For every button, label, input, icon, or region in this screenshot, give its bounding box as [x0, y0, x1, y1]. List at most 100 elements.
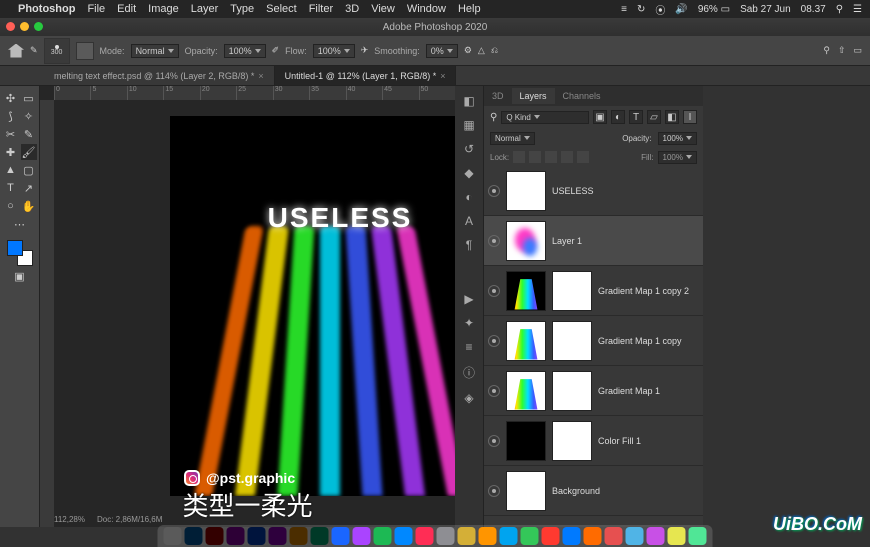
dock-app-icon[interactable]: [374, 527, 392, 545]
layer-mask-thumbnail[interactable]: [552, 321, 592, 361]
layer-thumbnail[interactable]: [506, 471, 546, 511]
dock-app-icon[interactable]: [185, 527, 203, 545]
lock-pixels-icon[interactable]: [529, 151, 541, 163]
menu-image[interactable]: Image: [148, 3, 179, 15]
dock-app-icon[interactable]: [269, 527, 287, 545]
eyedropper-tool[interactable]: ✎: [21, 126, 37, 142]
type-tool[interactable]: T: [3, 180, 19, 196]
status-time[interactable]: 08.37: [801, 4, 826, 15]
visibility-toggle-icon[interactable]: [488, 385, 500, 397]
panel-tab-3d[interactable]: 3D: [484, 88, 512, 104]
menu-3d[interactable]: 3D: [345, 3, 359, 15]
filter-smart-icon[interactable]: ◧: [665, 110, 679, 124]
layer-row[interactable]: USELESS: [484, 166, 703, 216]
dock-app-icon[interactable]: [290, 527, 308, 545]
opacity-dropdown[interactable]: 100%: [224, 44, 266, 58]
dock-app-icon[interactable]: [542, 527, 560, 545]
visibility-toggle-icon[interactable]: [488, 235, 500, 247]
layer-row[interactable]: Color Fill 1: [484, 416, 703, 466]
zoom-window-button[interactable]: [34, 22, 43, 31]
actions-panel-icon[interactable]: ▶: [464, 292, 473, 306]
symmetry-icon[interactable]: ⎌: [491, 45, 498, 56]
blend-mode-dropdown[interactable]: Normal: [131, 44, 179, 58]
kind-filter-dropdown[interactable]: Q Kind: [501, 111, 589, 124]
quickmask-toggle[interactable]: ▣: [12, 268, 28, 284]
layer-mask-thumbnail[interactable]: [552, 421, 592, 461]
notification-icon[interactable]: ☰: [853, 4, 862, 15]
layer-mask-thumbnail[interactable]: [552, 371, 592, 411]
eraser-tool[interactable]: ▢: [21, 162, 37, 178]
layer-name[interactable]: Layer 1: [552, 236, 582, 246]
brush-preset-picker[interactable]: 300: [44, 38, 70, 64]
tablet-pressure-toggle[interactable]: [76, 42, 94, 60]
stamp-tool[interactable]: ▲: [3, 162, 19, 178]
properties-panel-icon[interactable]: ≡: [465, 340, 472, 354]
crop-tool[interactable]: ✂: [3, 126, 19, 142]
layer-thumbnail[interactable]: [506, 171, 546, 211]
status-hamburger-icon[interactable]: ≡: [621, 4, 627, 15]
filter-pixel-icon[interactable]: ▣: [593, 110, 607, 124]
app-name[interactable]: Photoshop: [18, 3, 75, 15]
menu-type[interactable]: Type: [230, 3, 254, 15]
layer-row[interactable]: Gradient Map 1: [484, 366, 703, 416]
layer-thumbnail[interactable]: [506, 221, 546, 261]
navigator-panel-icon[interactable]: ◈: [464, 391, 473, 405]
layer-row[interactable]: Gradient Map 1 copy 2: [484, 266, 703, 316]
color-panel-icon[interactable]: ◧: [463, 94, 474, 108]
lock-transparency-icon[interactable]: [513, 151, 525, 163]
visibility-toggle-icon[interactable]: [488, 485, 500, 497]
document-canvas[interactable]: USELESS @pst.graphic: [170, 116, 455, 496]
opacity-pressure-icon[interactable]: ✐: [272, 45, 280, 56]
wand-tool[interactable]: ✧: [21, 108, 37, 124]
more-tools[interactable]: ⋯: [12, 216, 28, 232]
search-icon[interactable]: ⚲: [823, 45, 830, 56]
paragraph-panel-icon[interactable]: ¶: [466, 238, 472, 252]
filter-toggle[interactable]: I: [683, 110, 697, 124]
doc-size-readout[interactable]: Doc: 2,86M/16,6M: [97, 515, 162, 524]
filter-adjust-icon[interactable]: ◐: [611, 110, 625, 124]
filter-search-icon[interactable]: ⚲: [490, 112, 497, 123]
share-icon[interactable]: ⇧: [838, 45, 846, 56]
zoom-readout[interactable]: 112,28%: [54, 515, 85, 524]
document-tab[interactable]: melting text effect.psd @ 114% (Layer 2,…: [44, 66, 275, 85]
layer-thumbnail[interactable]: [506, 421, 546, 461]
fill-dropdown[interactable]: 100%: [658, 151, 697, 164]
layer-name[interactable]: Gradient Map 1 copy 2: [598, 286, 689, 296]
flow-dropdown[interactable]: 100%: [313, 44, 355, 58]
status-date[interactable]: Sab 27 Jun: [740, 4, 791, 15]
dock-app-icon[interactable]: [416, 527, 434, 545]
close-tab-icon[interactable]: ×: [440, 71, 445, 81]
visibility-toggle-icon[interactable]: [488, 435, 500, 447]
panel-tab-channels[interactable]: Channels: [555, 88, 609, 104]
lasso-tool[interactable]: ⟆: [3, 108, 19, 124]
menu-file[interactable]: File: [87, 3, 105, 15]
layer-name[interactable]: Color Fill 1: [598, 436, 641, 446]
marquee-tool[interactable]: ▭: [21, 90, 37, 106]
angle-icon[interactable]: △: [478, 45, 485, 56]
dock-app-icon[interactable]: [332, 527, 350, 545]
lock-all-icon[interactable]: [577, 151, 589, 163]
filter-type-icon[interactable]: T: [629, 110, 643, 124]
move-tool[interactable]: ✣: [3, 90, 19, 106]
spotlight-icon[interactable]: ⚲: [836, 4, 843, 15]
dock-app-icon[interactable]: [668, 527, 686, 545]
filter-shape-icon[interactable]: ▱: [647, 110, 661, 124]
close-window-button[interactable]: [6, 22, 15, 31]
dock-app-icon[interactable]: [227, 527, 245, 545]
dock-app-icon[interactable]: [521, 527, 539, 545]
document-tab[interactable]: Untitled-1 @ 112% (Layer 1, RGB/8) *×: [275, 66, 457, 85]
close-tab-icon[interactable]: ×: [258, 71, 263, 81]
dock-app-icon[interactable]: [206, 527, 224, 545]
shape-tool[interactable]: ○: [3, 198, 19, 214]
menu-help[interactable]: Help: [458, 3, 481, 15]
layer-row[interactable]: Layer 1: [484, 216, 703, 266]
layer-name[interactable]: Gradient Map 1 copy: [598, 336, 682, 346]
menu-window[interactable]: Window: [407, 3, 446, 15]
swatches-panel-icon[interactable]: ▦: [463, 118, 474, 132]
layer-thumbnail[interactable]: [506, 371, 546, 411]
brush-tool[interactable]: 🖌: [21, 144, 37, 160]
menu-select[interactable]: Select: [266, 3, 297, 15]
dock-app-icon[interactable]: [647, 527, 665, 545]
dock-app-icon[interactable]: [458, 527, 476, 545]
dock-app-icon[interactable]: [479, 527, 497, 545]
